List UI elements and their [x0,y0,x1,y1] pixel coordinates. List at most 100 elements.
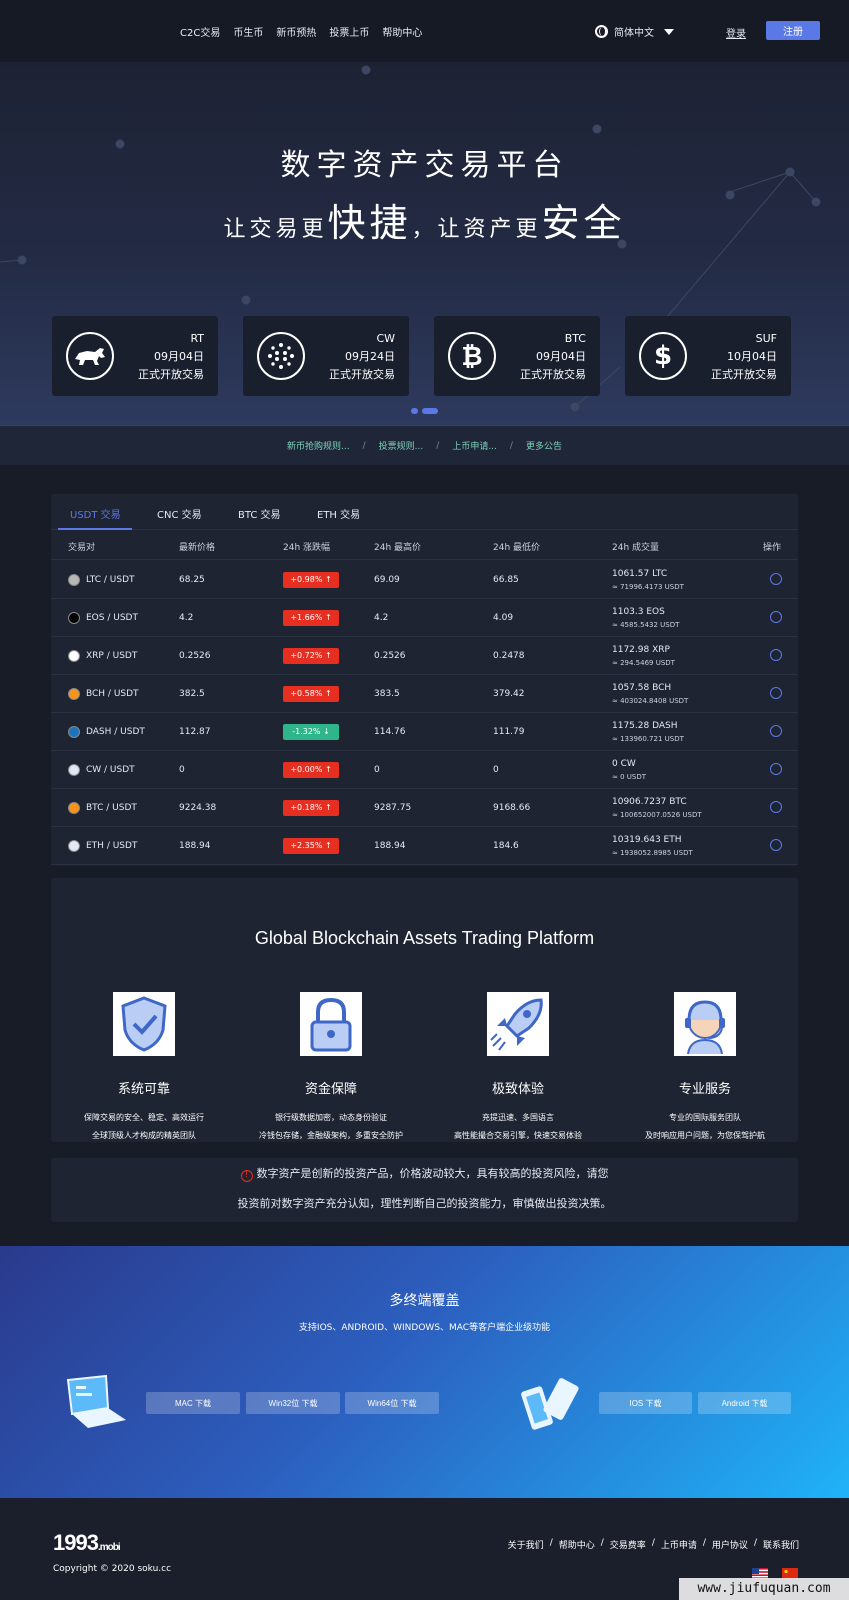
login-link[interactable]: 登录 [726,25,746,40]
coin-listing-card[interactable]: ₿ BTC 09月04日 正式开放交易 [434,316,600,396]
notice-link[interactable]: 投票规则... [379,439,424,452]
coin-listing-card[interactable]: RT 09月04日 正式开放交易 [52,316,218,396]
col-high: 24h 最高价 [374,543,422,553]
risk-text-line2: 投资前对数字资产充分认知，理性判断自己的投资能力，审慎做出投资决策。 [237,1197,612,1210]
main-nav: C2C交易 币生币 新币预热 投票上币 帮助中心 [180,24,422,39]
change-badge: +0.98% ↑ [283,572,339,588]
last-price: 0 [179,765,185,775]
nav-vote-listing[interactable]: 投票上币 [329,24,369,39]
footer-link-help[interactable]: 帮助中心 [559,1538,595,1551]
feature-desc: 银行级数据加密，动态身份验证 [275,1113,387,1122]
pair-name: EOS / USDT [86,613,138,623]
risk-text-line1: 数字资产是创新的投资产品，价格波动较大，具有较高的投资风险，请您 [256,1167,609,1180]
trade-action-icon[interactable] [770,839,782,851]
footer-logo[interactable]: 1993.mobi [53,1530,121,1556]
nav-new-coin-preview[interactable]: 新币预热 [276,24,316,39]
footer-link-agreement[interactable]: 用户协议 [712,1538,748,1551]
table-row[interactable]: EOS / USDT 4.2 +1.66% ↑ 4.2 4.09 1103.3 EOS ≈ … [51,599,798,637]
volume-usdt: ≈ 0 USDT [612,773,647,781]
hero-banner: 数字资产交易平台 让交易更快捷，让资产更安全 RT 09月04日 正式开放交易 … [0,62,849,425]
tab-cnc[interactable]: CNC 交易 [157,506,202,521]
table-row[interactable]: CW / USDT 0 +0.00% ↑ 0 0 0 CW ≈ 0 USDT [51,751,798,789]
volume-usdt: ≈ 71996.4173 USDT [612,583,684,591]
dollar-coin-icon: $ [639,332,687,380]
nav-help-center[interactable]: 帮助中心 [382,24,422,39]
feature-title: 极致体验 [491,1082,544,1097]
announcement-bar: 新币抢购规则... / 投票规则... / 上币申请... / 更多公告 [0,425,849,465]
low-price: 4.09 [493,613,514,623]
hero-sub-part1: 让交易更 [223,217,328,242]
pair-name: BTC / USDT [86,803,137,813]
register-button[interactable]: 注册 [766,21,820,40]
low-price: 9168.66 [493,803,531,813]
bull-icon [66,332,114,380]
nav-c2c[interactable]: C2C交易 [180,24,220,39]
volume-usdt: ≈ 1938052.8985 USDT [612,849,693,857]
language-label: 简体中文 [614,28,654,39]
win32-download-button[interactable]: Win32位 下载 [246,1392,340,1414]
hero-sub-part2: 让资产更 [437,217,542,242]
carousel-dot[interactable] [411,408,418,414]
footer-link-contact[interactable]: 联系我们 [763,1538,799,1551]
coin-listing-card[interactable]: CW 09月24日 正式开放交易 [243,316,409,396]
trade-action-icon[interactable] [770,687,782,699]
feature-title: 资金保障 [304,1082,357,1097]
tab-usdt[interactable]: USDT 交易 [70,506,121,521]
coin-name: CW [376,332,395,345]
language-selector[interactable]: 简体中文 [595,24,674,39]
footer-link-listing[interactable]: 上币申请 [661,1538,697,1551]
coin-name: RT [190,332,204,345]
globe-icon [595,25,608,38]
coin-status: 正式开放交易 [711,368,777,381]
col-action: 操作 [763,543,782,553]
warning-icon: ! [240,1170,253,1182]
trade-action-icon[interactable] [770,573,782,585]
tab-btc[interactable]: BTC 交易 [238,506,281,521]
pair-name: XRP / USDT [86,651,138,661]
volume: 1061.57 LTC [612,569,668,579]
mac-download-button[interactable]: MAC 下载 [146,1392,240,1414]
volume: 10319.643 ETH [612,835,682,845]
trade-action-icon[interactable] [770,649,782,661]
support-agent-icon [674,992,736,1056]
change-badge: +2.35% ↑ [283,838,339,854]
last-price: 9224.38 [179,803,217,813]
footer-link-about[interactable]: 关于我们 [508,1538,544,1551]
nav-coin-to-coin[interactable]: 币生币 [233,24,263,39]
pair-name: BCH / USDT [86,689,139,699]
table-row[interactable]: BTC / USDT 9224.38 +0.18% ↑ 9287.75 9168.66 1… [51,789,798,827]
feature-desc: 专业的国际服务团队 [669,1113,741,1122]
win64-download-button[interactable]: Win64位 下载 [345,1392,439,1414]
last-price: 382.5 [179,689,205,699]
carousel-indicator [411,408,438,414]
col-pair: 交易对 [68,543,96,553]
trade-action-icon[interactable] [770,763,782,775]
trade-action-icon[interactable] [770,801,782,813]
notice-link[interactable]: 新币抢购规则... [287,439,350,452]
table-row[interactable]: BCH / USDT 382.5 +0.58% ↑ 383.5 379.42 1057.5… [51,675,798,713]
table-row[interactable]: LTC / USDT 68.25 +0.98% ↑ 69.09 66.85 1061.57… [51,561,798,599]
table-row[interactable]: ETH / USDT 188.94 +2.35% ↑ 188.94 184.6 10319… [51,827,798,865]
table-row[interactable]: XRP / USDT 0.2526 +0.72% ↑ 0.2526 0.2478 1172… [51,637,798,675]
android-download-button[interactable]: Android 下载 [698,1392,791,1414]
tab-eth[interactable]: ETH 交易 [317,506,360,521]
network-icon [257,332,305,380]
more-notices-link[interactable]: 更多公告 [526,439,562,452]
volume: 1103.3 EOS [612,607,665,617]
high-price: 0 [374,765,380,775]
volume-usdt: ≈ 294.5469 USDT [612,659,675,667]
low-price: 66.85 [493,575,519,585]
ios-download-button[interactable]: IOS 下载 [599,1392,692,1414]
shield-check-icon [113,992,175,1056]
risk-warning: ! 数字资产是创新的投资产品，价格波动较大，具有较高的投资风险，请您 投资前对数字… [51,1158,798,1222]
carousel-dot-active[interactable] [422,408,438,414]
trade-action-icon[interactable] [770,611,782,623]
coin-listing-card[interactable]: $ SUF 10月04日 正式开放交易 [625,316,791,396]
trade-action-icon[interactable] [770,725,782,737]
coin-date: 10月04日 [727,350,777,363]
footer-link-fees[interactable]: 交易费率 [610,1538,646,1551]
notice-link[interactable]: 上币申请... [452,439,497,452]
pair-name: CW / USDT [86,765,135,775]
table-row[interactable]: DASH / USDT 112.87 -1.32% ↓ 114.76 111.79 117… [51,713,798,751]
footer-links: 关于我们 / 帮助中心 / 交易费率 / 上币申请 / 用户协议 / 联系我们 [507,1538,799,1551]
